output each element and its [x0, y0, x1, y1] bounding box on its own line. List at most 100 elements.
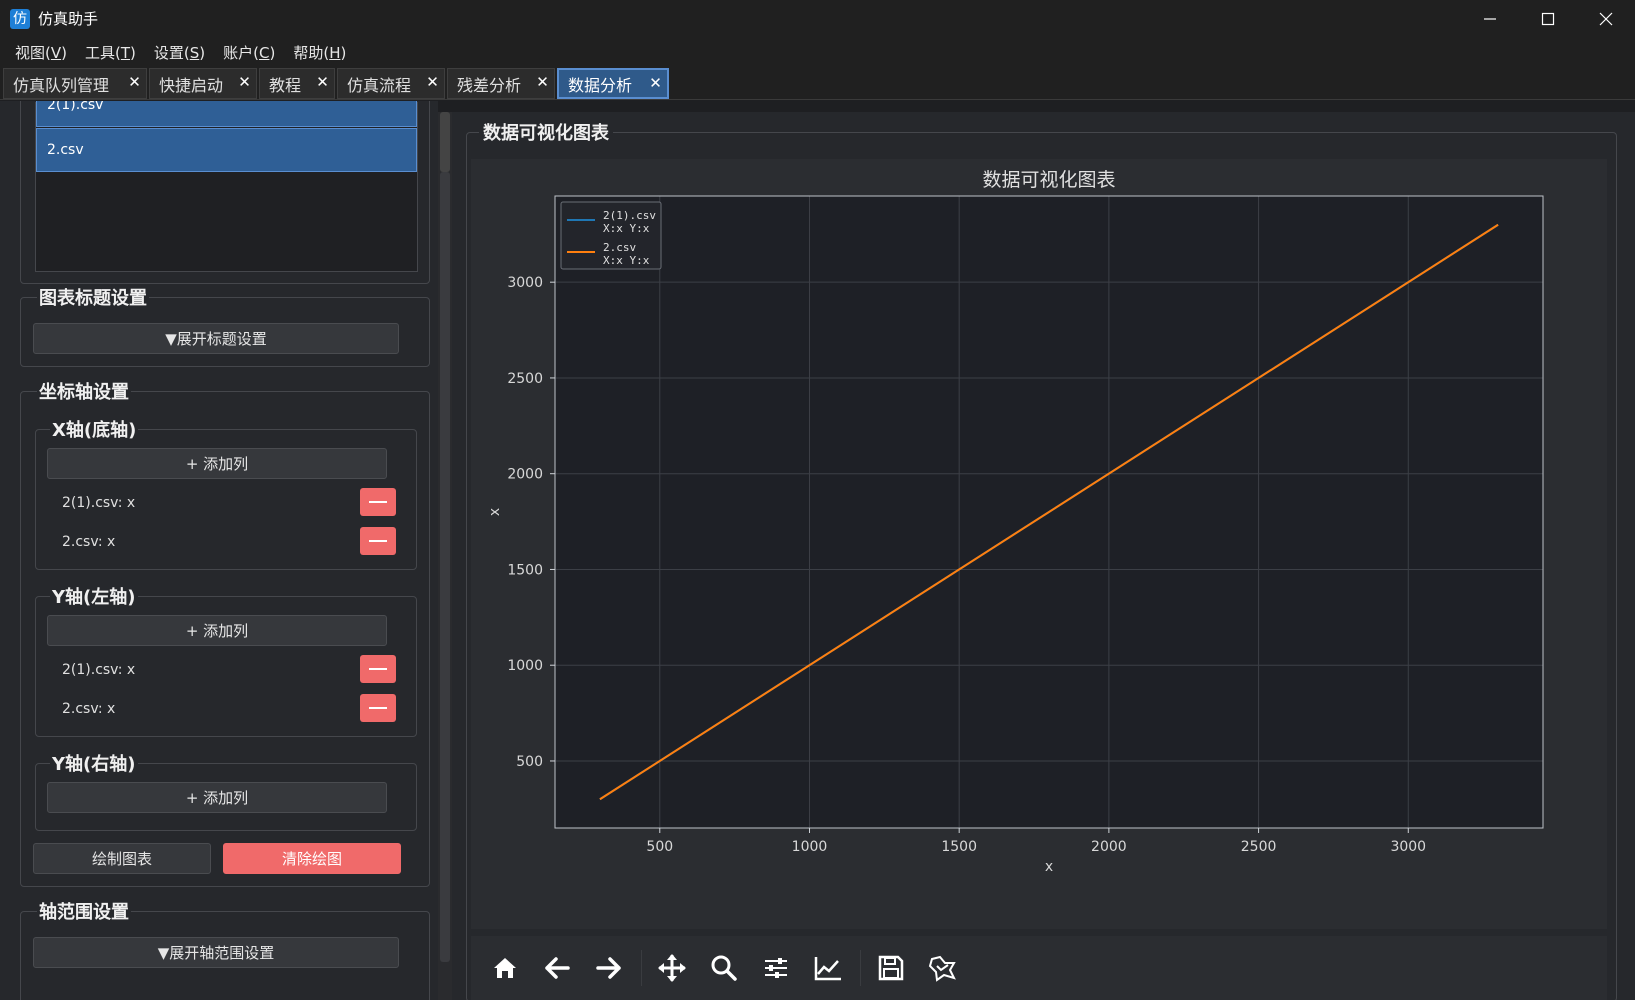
chart-title: 数据可视化图表 — [982, 169, 1115, 191]
minimize-button[interactable] — [1461, 0, 1519, 37]
subplots-icon — [765, 958, 787, 978]
forward-button[interactable] — [589, 948, 629, 988]
back-button[interactable] — [537, 948, 577, 988]
plot-chart-button[interactable]: 绘制图表 — [33, 843, 211, 874]
y-right-axis-title: Y轴(右轴) — [50, 750, 138, 776]
expand-title-settings-button[interactable]: ▼展开标题设置 — [33, 323, 399, 354]
column-label: 2(1).csv: x — [62, 662, 136, 678]
tab-quick-launch[interactable]: 快捷启动 ✕ — [149, 68, 257, 99]
axis-settings-title: 坐标轴设置 — [37, 378, 131, 404]
file-list[interactable]: 2(1).csv 2.csv — [35, 101, 418, 272]
menu-tools-end: ) — [130, 43, 136, 62]
chart-svg: 500 1000 1500 2000 2500 3000 500 1000 1500 2000 25… — [487, 169, 1544, 875]
x-tick-label: 2000 — [1091, 839, 1127, 855]
minus-icon — [369, 501, 387, 503]
close-icon[interactable]: ✕ — [425, 75, 440, 90]
save-icon — [878, 955, 904, 981]
menu-account-mnemonic: C — [258, 43, 270, 62]
menu-tools-mnemonic: T — [120, 43, 131, 62]
close-icon[interactable]: ✕ — [315, 75, 330, 90]
y-tick-label: 1000 — [507, 658, 543, 674]
subplots-button[interactable] — [756, 948, 796, 988]
home-button[interactable] — [485, 948, 525, 988]
tab-tutorial[interactable]: 教程 ✕ — [259, 68, 335, 99]
close-icon[interactable]: ✕ — [237, 75, 252, 90]
column-label: 2.csv: x — [62, 701, 116, 717]
tab-simulation-flow[interactable]: 仿真流程 ✕ — [337, 68, 445, 99]
close-icon[interactable]: ✕ — [648, 76, 663, 91]
axis-range-settings-title: 轴范围设置 — [37, 898, 131, 924]
x-tick-label: 2500 — [1241, 839, 1277, 855]
minus-icon — [369, 540, 387, 542]
y-tick-label: 500 — [516, 754, 543, 770]
back-icon — [545, 957, 570, 979]
menu-help[interactable]: 帮助(H) — [284, 42, 355, 63]
style-button[interactable] — [923, 948, 963, 988]
zoom-icon — [711, 955, 737, 981]
app-icon: 仿 — [10, 8, 30, 29]
x-axis-add-column-button[interactable]: + 添加列 — [47, 448, 387, 479]
y-axis-label: x — [487, 508, 503, 516]
save-button[interactable] — [871, 948, 911, 988]
menu-view[interactable]: 视图(V) — [6, 42, 76, 63]
menu-settings-end: ) — [199, 43, 206, 62]
plot-toolbar — [471, 936, 1607, 1000]
left-settings-panel: 2(1).csv 2.csv 图表标题设置 ▼展开标题设置 坐标轴设置 X轴(底… — [0, 101, 438, 1000]
tab-data-analysis[interactable]: 数据分析 ✕ — [557, 68, 669, 99]
window-controls — [1461, 0, 1635, 37]
menu-help-mnemonic: H — [329, 43, 341, 62]
remove-column-button[interactable] — [360, 655, 396, 683]
close-icon — [1599, 12, 1613, 25]
close-icon[interactable]: ✕ — [535, 75, 550, 90]
menu-view-mnemonic: V — [50, 43, 62, 62]
toolbar-separator — [641, 950, 642, 986]
left-panel-scrollbar[interactable] — [438, 112, 452, 1000]
minus-icon — [369, 668, 387, 670]
title-bar: 仿 仿真助手 — [0, 0, 1635, 37]
menu-view-label: 视图( — [15, 43, 51, 62]
x-axis-column-row: 2.csv: x — [62, 527, 402, 557]
tab-queue-management[interactable]: 仿真队列管理 ✕ — [3, 68, 147, 99]
menu-tools[interactable]: 工具(T) — [76, 42, 145, 63]
y-right-axis-group: Y轴(右轴) + 添加列 — [35, 750, 417, 831]
menu-tools-label: 工具( — [84, 43, 121, 62]
tab-residual-analysis[interactable]: 残差分析 ✕ — [447, 68, 555, 99]
menu-help-label: 帮助( — [293, 43, 330, 62]
clear-plot-button[interactable]: 清除绘图 — [223, 843, 401, 874]
expand-axis-range-button[interactable]: ▼展开轴范围设置 — [33, 937, 399, 968]
menu-view-end: ) — [61, 43, 67, 62]
pan-button[interactable] — [652, 948, 692, 988]
tab-label: 数据分析 — [568, 75, 633, 95]
scrollbar-track-segment — [440, 172, 450, 962]
file-list-item[interactable]: 2(1).csv — [36, 101, 417, 127]
maximize-icon — [1541, 12, 1555, 25]
forward-icon — [596, 957, 621, 979]
legend-sublabel: X:x Y:x — [603, 254, 650, 267]
close-window-button[interactable] — [1577, 0, 1635, 37]
home-icon — [494, 958, 516, 978]
customize-button[interactable] — [808, 948, 848, 988]
close-icon[interactable]: ✕ — [127, 75, 142, 90]
zoom-button[interactable] — [704, 948, 744, 988]
y-left-add-column-button[interactable]: + 添加列 — [47, 615, 387, 646]
file-list-item-selected[interactable]: 2.csv — [36, 128, 417, 172]
chart-canvas[interactable]: 500 1000 1500 2000 2500 3000 500 1000 1500 2000 25… — [471, 159, 1607, 929]
file-list-group: 2(1).csv 2.csv — [20, 101, 430, 284]
legend-label: 2.csv — [603, 241, 636, 254]
remove-column-button[interactable] — [360, 488, 396, 516]
menu-account-end: ) — [269, 43, 276, 62]
minimize-icon — [1484, 17, 1496, 20]
menu-settings-label: 设置( — [153, 43, 190, 62]
x-tick-label: 1000 — [792, 839, 828, 855]
tab-label: 仿真队列管理 — [13, 75, 110, 95]
remove-column-button[interactable] — [360, 694, 396, 722]
menu-account[interactable]: 账户(C) — [214, 42, 284, 63]
menu-settings[interactable]: 设置(S) — [145, 42, 214, 63]
maximize-button[interactable] — [1519, 0, 1577, 37]
remove-column-button[interactable] — [360, 527, 396, 555]
x-axis-group: X轴(底轴) + 添加列 2(1).csv: x 2.csv: x — [35, 416, 417, 570]
customize-icon — [814, 957, 841, 981]
tab-bar: 仿真队列管理 ✕ 快捷启动 ✕ 教程 ✕ 仿真流程 ✕ 残差分析 ✕ 数据分析 ✕ — [0, 67, 1635, 100]
y-right-add-column-button[interactable]: + 添加列 — [47, 782, 387, 813]
scrollbar-thumb[interactable] — [440, 112, 450, 172]
